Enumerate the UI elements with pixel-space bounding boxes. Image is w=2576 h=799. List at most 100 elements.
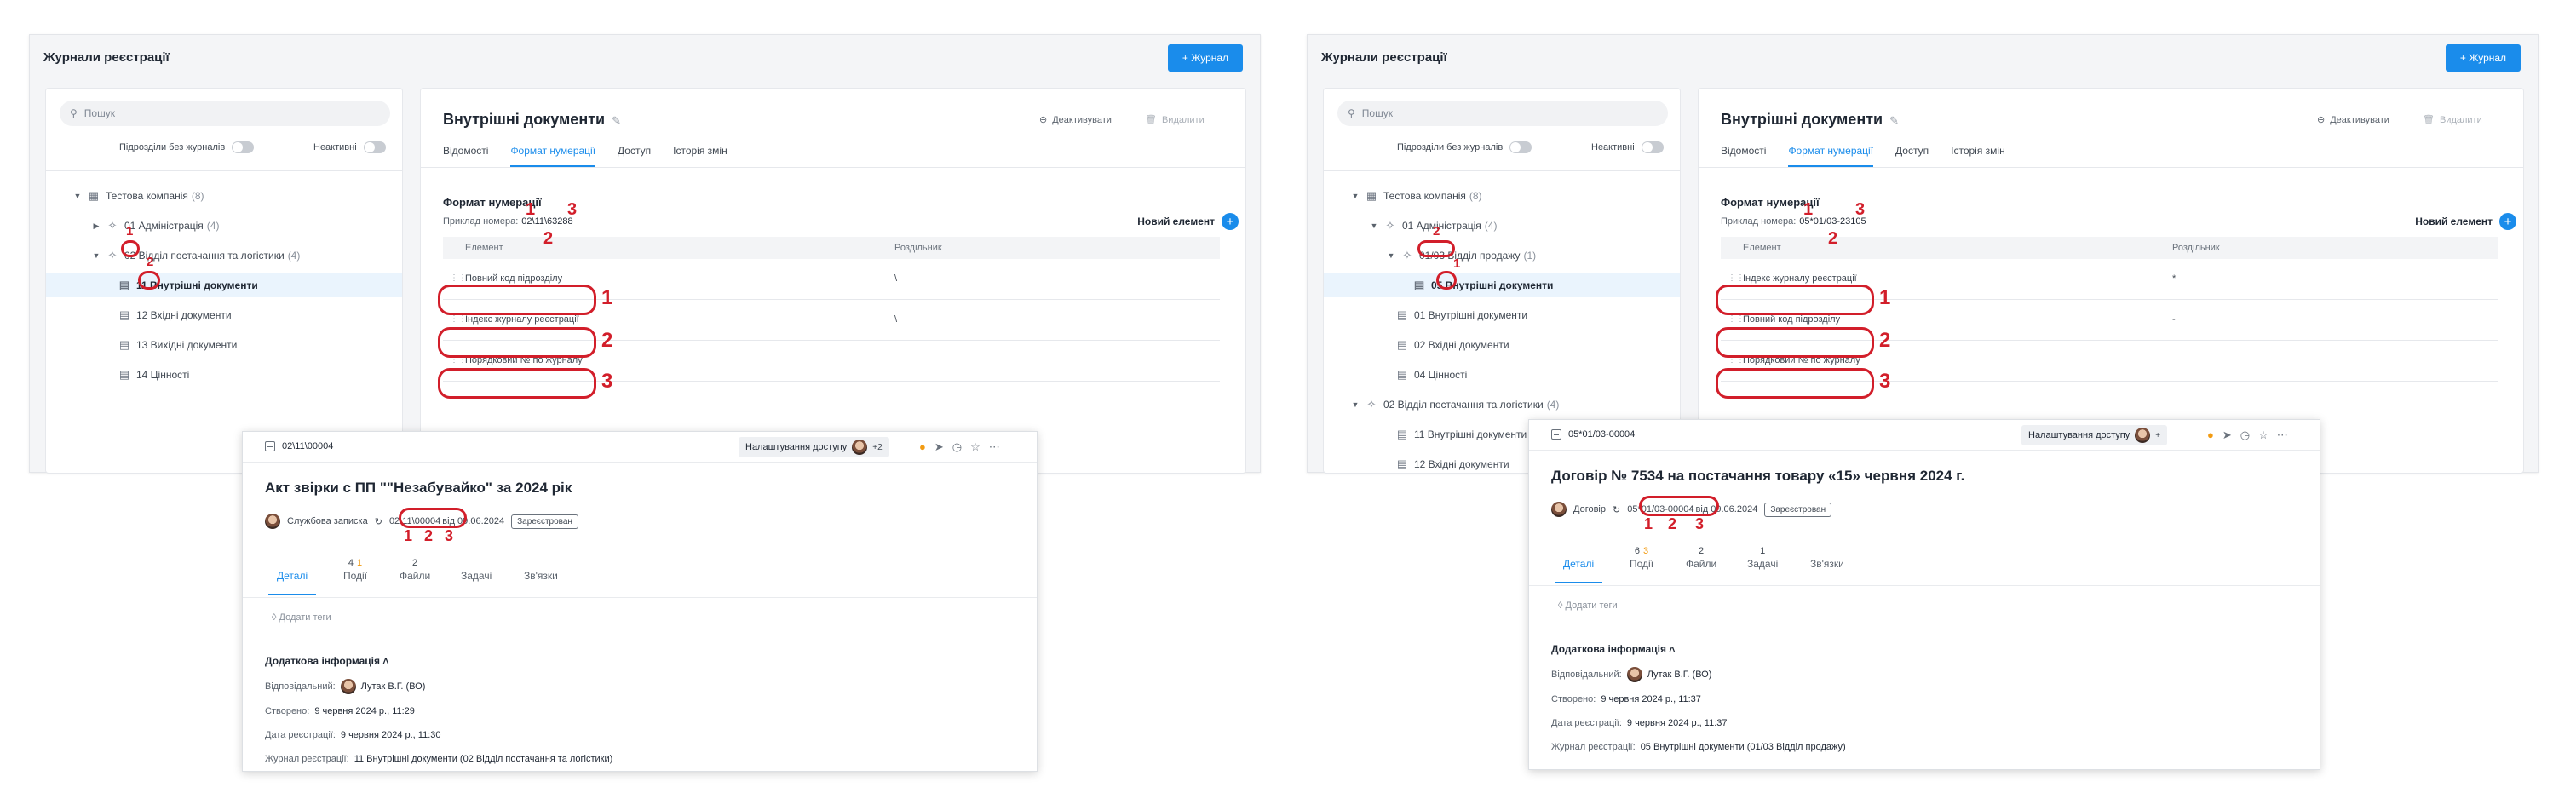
tab-files[interactable]: 2 Файли (400, 558, 430, 582)
switch-units-without-journals[interactable]: Підрозділи без журналів (119, 141, 255, 153)
add-tags-button[interactable]: ◊ Додати теги (272, 612, 331, 623)
tab-links[interactable]: Зв'язки (524, 558, 558, 582)
tab-label: Задачі (1747, 558, 1779, 570)
tab-tasks[interactable]: Задачі (461, 558, 492, 582)
tab-events[interactable]: 6 3 Події (1630, 546, 1653, 570)
table-row[interactable]: ⋮⋮ Повний код підрозділу \ (443, 259, 1220, 300)
tree-item-company[interactable]: ▼ ▦ Тестова компанія (8) (46, 184, 402, 208)
drag-handle-icon[interactable]: ⋮⋮ (1728, 355, 1745, 365)
drag-handle-icon[interactable]: ⋮⋮ (1728, 314, 1745, 324)
bell-icon[interactable]: ● (2207, 428, 2214, 442)
tree-item-unit[interactable]: ▼ ✧ 02 Відділ постачання та логістики (4) (46, 244, 402, 267)
field-journal: Журнал реєстрації: 11 Внутрішні документи… (265, 754, 612, 764)
search-input[interactable]: ⚲ Пошук (1337, 101, 1668, 126)
chevron-down-icon[interactable]: ▼ (72, 192, 83, 200)
delete-button[interactable]: 🗑 Видалити (2423, 114, 2482, 126)
table-row[interactable]: ⋮⋮ Порядковий № по журналу (443, 341, 1220, 382)
star-icon[interactable]: ☆ (2258, 428, 2268, 442)
journal-tree-pane: ⚲ Пошук Підрозділи без журналів Неактивн… (1323, 88, 1681, 474)
deactivate-button[interactable]: ⊖ Деактивувати (1039, 114, 1112, 126)
drag-handle-icon[interactable]: ⋮⋮ (1728, 273, 1745, 283)
tree-item-unit[interactable]: ▶ ✧ 01 Адміністрація (4) (46, 214, 402, 238)
tab-files[interactable]: 2 Файли (1686, 546, 1716, 570)
chevron-right-icon[interactable]: ▶ (90, 221, 102, 231)
send-icon[interactable]: ➤ (934, 440, 944, 454)
chevron-down-icon[interactable]: ▼ (1368, 221, 1380, 230)
plus-icon[interactable]: + (2499, 213, 2516, 230)
tab-numbering-format[interactable]: Формат нумерації (510, 145, 596, 167)
tree-item-journal[interactable]: ▤ 12 Вхідні документи (46, 303, 402, 327)
drag-handle-icon[interactable]: ⋮⋮ (450, 355, 467, 365)
tree-item-unit[interactable]: ▼ ✧ 01/03 Відділ продажу (1) (1324, 244, 1680, 267)
switch-units-without-journals[interactable]: Підрозділи без журналів (1397, 141, 1532, 153)
collapse-icon[interactable] (265, 441, 275, 451)
tree-item-journal[interactable]: ▤ 01 Внутрішні документи (1324, 303, 1680, 327)
tab-access[interactable]: Доступ (1895, 145, 1929, 167)
access-settings-button[interactable]: Налаштування доступу +2 (739, 437, 889, 457)
table-row[interactable]: ⋮⋮ Індекс журналу реєстрації * (1721, 259, 2498, 300)
switch-inactive[interactable]: Неактивні (1591, 141, 1664, 153)
tab-info[interactable]: Відомості (443, 145, 488, 167)
sync-icon[interactable]: ↻ (1613, 504, 1620, 515)
tab-history[interactable]: Історія змін (1951, 145, 2005, 167)
new-element-button[interactable]: Новий елемент + (1137, 213, 1239, 230)
table-row[interactable]: ⋮⋮ Індекс журналу реєстрації \ (443, 300, 1220, 341)
send-icon[interactable]: ➤ (2222, 428, 2232, 442)
clock-icon[interactable]: ◷ (2240, 428, 2250, 442)
add-journal-button[interactable]: + Журнал (1168, 44, 1243, 72)
card-doc-number: 02\11\00004 (265, 441, 333, 451)
tab-numbering-format[interactable]: Формат нумерації (1788, 145, 1874, 167)
clock-icon[interactable]: ◷ (952, 440, 962, 454)
collapse-icon[interactable] (1551, 429, 1561, 440)
tab-details[interactable]: Деталі (1554, 546, 1603, 583)
toggle[interactable] (363, 141, 386, 153)
tab-tasks[interactable]: 1 Задачі (1747, 546, 1778, 570)
more-icon[interactable]: ⋯ (989, 440, 1000, 454)
edit-icon[interactable]: ✎ (612, 114, 621, 127)
chevron-down-icon[interactable]: ▼ (1349, 192, 1361, 200)
tree-item-journal[interactable]: ▤ 02 Вхідні документи (1324, 333, 1680, 357)
additional-info-toggle[interactable]: Додаткова інформація ˄ (265, 655, 388, 667)
toggle[interactable] (1509, 141, 1532, 153)
chevron-down-icon[interactable]: ▼ (90, 251, 102, 260)
additional-info-toggle[interactable]: Додаткова інформація ˄ (1551, 643, 1675, 655)
edit-icon[interactable]: ✎ (1889, 114, 1899, 127)
drag-handle-icon[interactable]: ⋮⋮ (450, 314, 467, 324)
tree-item-journal-selected[interactable]: ▤ 05 Внутрішні документи (1324, 273, 1680, 297)
deactivate-button[interactable]: ⊖ Деактивувати (2317, 114, 2389, 126)
bell-icon[interactable]: ● (919, 440, 926, 454)
plus-icon[interactable]: + (1222, 213, 1239, 230)
tab-links[interactable]: Зв'язки (1810, 546, 1844, 570)
tree-item-unit[interactable]: ▼ ✧ 02 Відділ постачання та логістики (4) (1324, 393, 1680, 417)
new-element-button[interactable]: Новий елемент + (2415, 213, 2516, 230)
switch-inactive[interactable]: Неактивні (313, 141, 386, 153)
table-row[interactable]: ⋮⋮ Порядковий № по журналу (1721, 341, 2498, 382)
field-reg-date: Дата реєстрації: 9 червня 2024 р., 11:37 (1551, 718, 1728, 728)
add-journal-button[interactable]: + Журнал (2446, 44, 2521, 72)
chevron-down-icon[interactable]: ▼ (1385, 251, 1397, 260)
tree-item-unit[interactable]: ▼ ✧ 01 Адміністрація (4) (1324, 214, 1680, 238)
more-icon[interactable]: ⋯ (2277, 428, 2288, 442)
chevron-down-icon[interactable]: ▼ (1349, 400, 1361, 409)
table-row[interactable]: ⋮⋮ Повний код підрозділу - (1721, 300, 2498, 341)
delete-button[interactable]: 🗑 Видалити (1145, 114, 1205, 126)
tree-item-company[interactable]: ▼ ▦ Тестова компанія (8) (1324, 184, 1680, 208)
journal-title-text: Внутрішні документи (443, 111, 606, 128)
search-input[interactable]: ⚲ Пошук (60, 101, 390, 126)
star-icon[interactable]: ☆ (970, 440, 980, 454)
tab-access[interactable]: Доступ (618, 145, 651, 167)
toggle[interactable] (1641, 141, 1664, 153)
sync-icon[interactable]: ↻ (375, 516, 382, 527)
tree-item-journal[interactable]: ▤ 13 Вихідні документи (46, 333, 402, 357)
drag-handle-icon[interactable]: ⋮⋮ (450, 273, 467, 283)
tab-details[interactable]: Деталі (267, 558, 317, 595)
toggle[interactable] (232, 141, 255, 153)
tree-item-journal-selected[interactable]: ▤ 11 Внутрішні документи (46, 273, 402, 297)
access-settings-button[interactable]: Налаштування доступу + (2021, 425, 2168, 445)
tree-item-journal[interactable]: ▤ 04 Цінності (1324, 363, 1680, 387)
add-tags-button[interactable]: ◊ Додати теги (1558, 601, 1618, 611)
tab-history[interactable]: Історія змін (673, 145, 727, 167)
tab-info[interactable]: Відомості (1721, 145, 1766, 167)
tab-events[interactable]: 4 1 Події (343, 558, 367, 582)
tree-item-journal[interactable]: ▤ 14 Цінності (46, 363, 402, 387)
